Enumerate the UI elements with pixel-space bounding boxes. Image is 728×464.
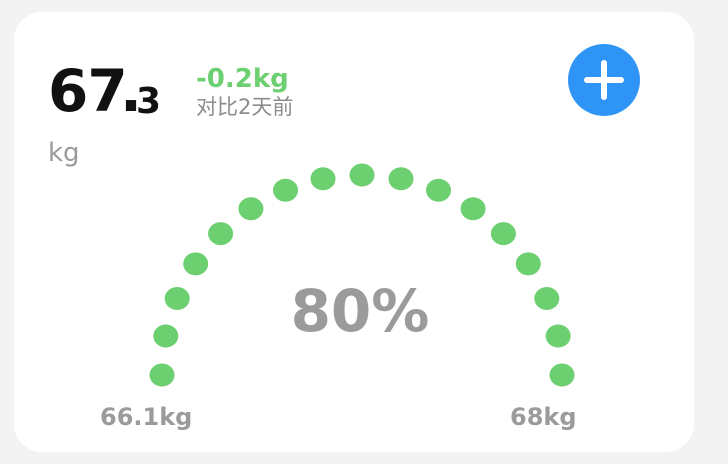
gauge-max-label: 68kg bbox=[510, 403, 577, 431]
gauge-dot bbox=[153, 324, 179, 348]
gauge-dot bbox=[534, 287, 560, 310]
gauge-percent: 80% bbox=[290, 277, 430, 345]
gauge-dot bbox=[426, 178, 451, 202]
gauge-dot bbox=[490, 222, 516, 246]
gauge-dot bbox=[183, 252, 209, 276]
gauge-dot bbox=[349, 163, 375, 187]
gauge-dot bbox=[273, 178, 298, 202]
gauge-dot bbox=[149, 363, 175, 387]
gauge-dot bbox=[460, 197, 486, 221]
gauge-min-label: 66.1kg bbox=[100, 403, 193, 431]
gauge-dot bbox=[164, 287, 190, 310]
gauge-dot bbox=[310, 167, 336, 191]
gauge-dot bbox=[549, 363, 575, 387]
gauge-dot bbox=[515, 252, 541, 276]
gauge-dot bbox=[208, 222, 234, 246]
gauge-dot bbox=[545, 324, 571, 348]
gauge-dot bbox=[388, 167, 414, 191]
progress-gauge bbox=[149, 163, 575, 387]
gauge-dot bbox=[238, 197, 264, 221]
